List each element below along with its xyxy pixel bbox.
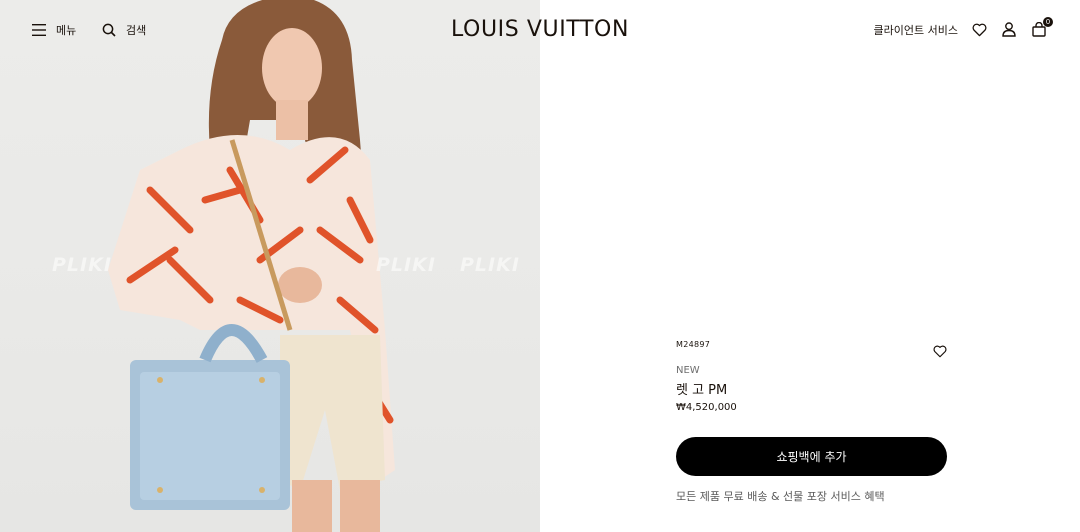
shopping-bag-button[interactable]: 0: [1032, 17, 1053, 38]
header-actions: 클라이언트 서비스 0: [874, 17, 1053, 38]
menu-button[interactable]: 메뉴: [32, 22, 76, 38]
search-label: 검색: [126, 24, 147, 37]
bag-count-badge: 0: [1043, 17, 1053, 27]
add-to-wishlist-button[interactable]: [933, 343, 947, 358]
product-image: PLIKI PLIKI PLIKI: [0, 0, 540, 532]
hamburger-icon: [32, 24, 46, 36]
product-name: 렛 고 PM: [676, 383, 728, 398]
heart-icon: [972, 23, 987, 37]
menu-label: 메뉴: [56, 24, 77, 37]
product-info: M24897 NEW 렛 고 PM ₩4,520,000 쇼핑백에 추가 모든 …: [676, 340, 947, 504]
client-service-link[interactable]: 클라이언트 서비스: [874, 22, 958, 38]
product-sku: M24897: [676, 340, 711, 349]
heart-icon: [933, 345, 947, 358]
add-to-bag-button[interactable]: 쇼핑백에 추가: [676, 437, 947, 476]
product-price: ₩4,520,000: [676, 402, 737, 413]
search-button[interactable]: 검색: [102, 22, 146, 38]
search-icon: [102, 23, 116, 37]
account-button[interactable]: [1002, 22, 1018, 38]
watermark-text: PLIKI: [376, 254, 436, 276]
watermark-text: PLIKI: [460, 254, 520, 276]
shipping-benefit-text: 모든 제품 무료 배송 & 선물 포장 서비스 혜택: [676, 490, 885, 503]
wishlist-button[interactable]: [972, 22, 988, 38]
brand-logo[interactable]: LOUIS VUITTON: [447, 17, 633, 42]
site-header: 메뉴 검색 LOUIS VUITTON 클라이언트 서비스 0: [0, 0, 1080, 62]
user-icon: [1002, 22, 1016, 37]
watermark-text: PLIKI: [52, 254, 112, 276]
new-badge: NEW: [676, 365, 700, 376]
